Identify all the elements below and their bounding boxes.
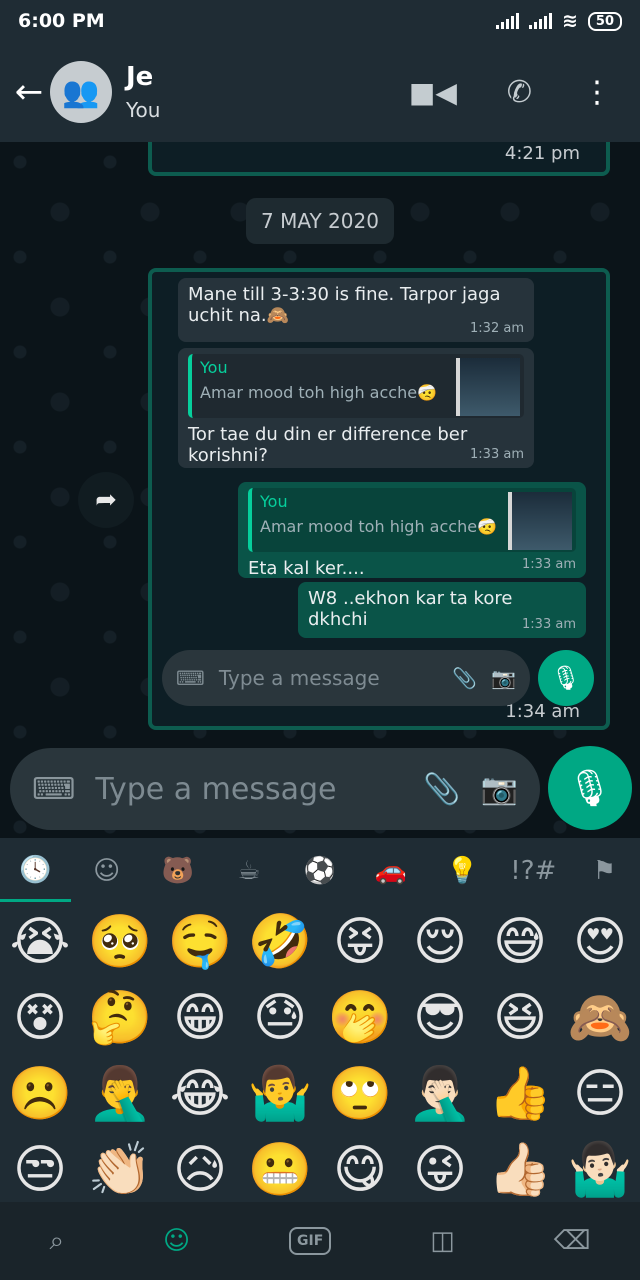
- emoji-keyboard[interactable]: 🕓 ☺ 🐻 ☕ ⚽ 🚗 💡 !?# ⚑ 😭 🥺 🤤 🤣 😝 😌 😅 😍 😵 🤔 😁 😓 🤭 😎 😆 🙈 ☹️ 🤦‍♂️ 😂 🤷‍♂️ 🙄…: [0, 838, 640, 1280]
- emoji-grid: 😭 🥺 🤤 🤣 😝 😌 😅 😍 😵 🤔 😁 😓 🤭 😎 😆 🙈 ☹️ 🤦‍♂️ 😂 🤷‍♂️ 🙄 🤦🏻‍♂️ 👍 😑 😒 👏🏻 😥 😬…: [0, 904, 640, 1204]
- screenshot-mic-icon: 🎙: [538, 650, 594, 706]
- quoted-message[interactable]: You Amar mood toh high acche🤕: [248, 488, 576, 552]
- emoji-key[interactable]: 😵: [13, 992, 67, 1044]
- emoji-key[interactable]: 🤭: [328, 992, 393, 1044]
- emoji-key[interactable]: 😒: [13, 1144, 67, 1196]
- emoji-key[interactable]: 🙈: [568, 992, 633, 1044]
- chat-area[interactable]: 4:21 pm 7 MAY 2020 ➦ Mane till 3-3:30 is…: [0, 142, 640, 838]
- keyboard-icon: ⌨: [176, 666, 205, 690]
- message-text: Tor tae du din er difference ber korishn…: [188, 424, 468, 466]
- emoji-key[interactable]: 🤷‍♂️: [248, 1068, 313, 1120]
- emoji-key[interactable]: 🤔: [88, 992, 153, 1044]
- emoji-key[interactable]: 😌: [413, 916, 467, 968]
- status-time: 6:00 PM: [18, 10, 105, 32]
- message-text: Mane till 3-3:30 is fine. Tarpor jaga uc…: [188, 284, 501, 326]
- emoji-key[interactable]: 😁: [173, 992, 227, 1044]
- battery-icon: 50: [587, 11, 622, 31]
- emoji-key[interactable]: 😜: [413, 1144, 467, 1196]
- signal-icon-2: [528, 13, 552, 29]
- backspace-icon[interactable]: ⌫: [554, 1226, 591, 1256]
- emoji-key[interactable]: 🥺: [88, 916, 153, 968]
- message-bubble[interactable]: W8 ..ekhon kar ta kore dkhchi 1:33 am: [298, 582, 586, 638]
- keyboard-bottom-bar: ⌕ ☺ GIF ◫ ⌫: [0, 1202, 640, 1280]
- video-call-icon[interactable]: ■◀: [409, 76, 457, 109]
- emoji-key[interactable]: 😆: [493, 992, 547, 1044]
- chat-subtitle: You: [126, 98, 161, 122]
- date-separator: 7 MAY 2020: [246, 198, 394, 244]
- voice-call-icon[interactable]: ✆: [507, 75, 532, 110]
- chat-title-block[interactable]: Je You: [126, 62, 160, 122]
- emoji-key[interactable]: 👏🏻: [88, 1144, 153, 1196]
- emoji-key[interactable]: 😂: [170, 1068, 231, 1120]
- emoji-tab-icon[interactable]: ☺: [163, 1226, 190, 1256]
- emoji-tab[interactable]: ⚑: [569, 856, 640, 886]
- attach-icon: 📎: [452, 666, 478, 690]
- emoji-key[interactable]: 😅: [493, 916, 547, 968]
- message-input-placeholder: Type a message: [95, 771, 337, 807]
- message-bubble[interactable]: You Amar mood toh high acche🤕 Tor tae du…: [178, 348, 534, 468]
- attach-icon[interactable]: 📎: [423, 772, 460, 807]
- top-screenshot-frame: 4:21 pm: [148, 142, 610, 176]
- emoji-tab[interactable]: 🐻: [142, 856, 213, 886]
- emoji-key[interactable]: 😎: [413, 992, 467, 1044]
- emoji-key[interactable]: ☹️: [8, 1068, 73, 1120]
- emoji-tab[interactable]: 💡: [427, 856, 498, 886]
- message-bubble[interactable]: Mane till 3-3:30 is fine. Tarpor jaga uc…: [178, 278, 534, 342]
- emoji-key[interactable]: 😥: [173, 1144, 227, 1196]
- emoji-tab[interactable]: ☕: [213, 856, 284, 886]
- message-text: Eta kal ker....: [248, 558, 365, 579]
- top-time: 4:21 pm: [504, 143, 580, 164]
- emoji-tab[interactable]: ⚽: [284, 856, 355, 886]
- emoji-key[interactable]: 🙄: [328, 1068, 393, 1120]
- more-options-icon[interactable]: ⋮: [582, 75, 612, 110]
- message-text: W8 ..ekhon kar ta kore dkhchi: [308, 588, 513, 630]
- emoji-key[interactable]: 😋: [333, 1144, 387, 1196]
- emoji-key[interactable]: 👍🏻: [488, 1144, 553, 1196]
- emoji-key[interactable]: 😭: [10, 916, 71, 968]
- camera-icon: 📷: [491, 666, 516, 690]
- message-time: 1:33 am: [522, 617, 576, 632]
- signal-icon: [495, 13, 519, 29]
- quoted-message[interactable]: You Amar mood toh high acche🤕: [188, 354, 524, 418]
- emoji-key[interactable]: 🤣: [248, 916, 313, 968]
- emoji-key[interactable]: 🤦‍♂️: [88, 1068, 153, 1120]
- quote-thumbnail: [508, 492, 572, 550]
- emoji-key[interactable]: 😑: [573, 1068, 627, 1120]
- emoji-key[interactable]: 👍: [488, 1068, 553, 1120]
- screenshot-input-bar: ⌨ Type a message 📎 📷: [162, 650, 530, 706]
- camera-icon[interactable]: 📷: [481, 772, 518, 807]
- search-icon[interactable]: ⌕: [49, 1226, 64, 1257]
- group-avatar[interactable]: 👥: [50, 61, 112, 123]
- message-time: 1:32 am: [470, 321, 524, 336]
- status-bar: 6:00 PM ≋ 50: [0, 0, 640, 42]
- emoji-category-tabs: 🕓 ☺ 🐻 ☕ ⚽ 🚗 💡 !?# ⚑: [0, 838, 640, 904]
- quote-thumbnail: [456, 358, 520, 416]
- emoji-tab[interactable]: 🕓: [0, 855, 72, 902]
- emoji-tab[interactable]: 🚗: [356, 856, 427, 886]
- wifi-icon: ≋: [561, 10, 578, 32]
- sticker-icon[interactable]: ◫: [430, 1226, 455, 1256]
- voice-record-button[interactable]: 🎙: [548, 746, 632, 830]
- emoji-tab[interactable]: ☺: [71, 856, 142, 886]
- emoji-key[interactable]: 😍: [573, 916, 627, 968]
- message-time: 1:33 am: [522, 557, 576, 572]
- keyboard-toggle-icon[interactable]: ⌨: [32, 772, 75, 807]
- emoji-key[interactable]: 😓: [253, 992, 307, 1044]
- message-bubble[interactable]: You Amar mood toh high acche🤕 Eta kal ke…: [238, 482, 586, 579]
- emoji-key[interactable]: 🤷🏻‍♂️: [568, 1144, 633, 1196]
- emoji-key[interactable]: 🤦🏻‍♂️: [408, 1068, 473, 1120]
- emoji-key[interactable]: 😬: [248, 1144, 313, 1196]
- message-time: 1:33 am: [470, 447, 524, 462]
- back-arrow-icon[interactable]: ←: [4, 72, 54, 112]
- chat-header: ← 👥 Je You ■◀ ✆ ⋮: [0, 42, 640, 142]
- emoji-key[interactable]: 🤤: [168, 916, 233, 968]
- emoji-key[interactable]: 😝: [333, 916, 387, 968]
- forward-icon[interactable]: ➦: [78, 472, 134, 528]
- screenshot-input-placeholder: Type a message: [218, 666, 380, 690]
- message-input[interactable]: ⌨ Type a message 📎 📷: [10, 748, 540, 830]
- gif-tab-button[interactable]: GIF: [289, 1227, 332, 1255]
- chat-title: Je: [126, 62, 154, 92]
- emoji-tab[interactable]: !?#: [498, 856, 569, 886]
